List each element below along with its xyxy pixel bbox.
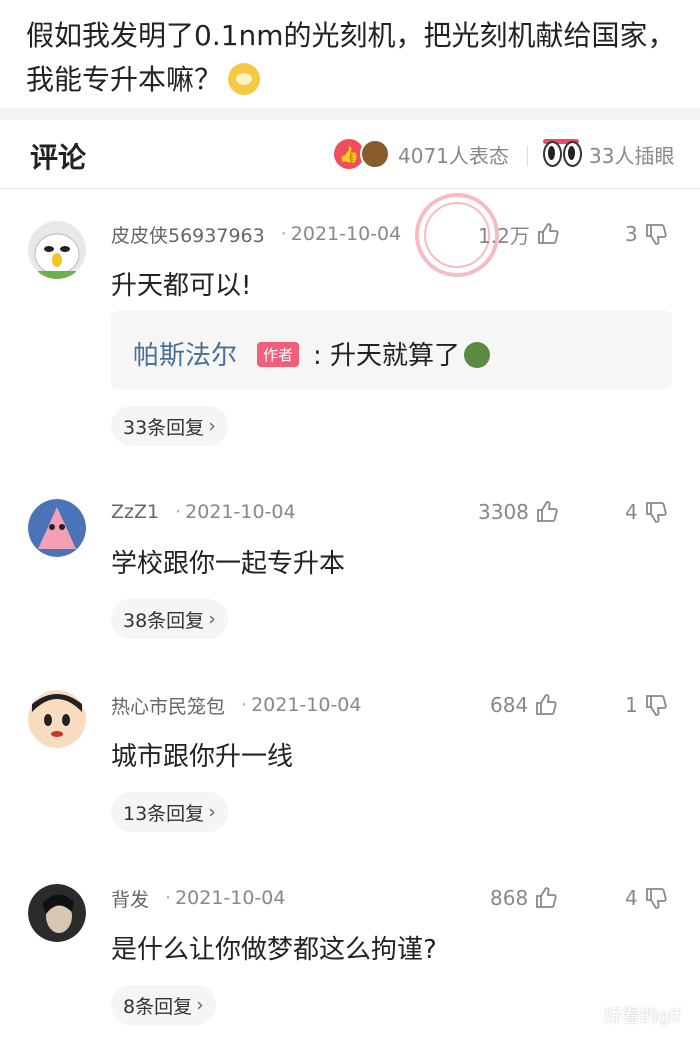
comment-date: 2021-10-04 (251, 694, 362, 716)
stamp-reaction-icon (360, 139, 390, 169)
dislike-button[interactable]: 4 (625, 883, 668, 913)
avatar[interactable] (28, 221, 86, 279)
header-divider (527, 146, 528, 166)
like-button[interactable]: 3308 (478, 497, 559, 527)
eyes-icon (543, 139, 583, 167)
dislike-count: 4 (625, 500, 638, 524)
reply-text: : 升天就算了 (313, 341, 461, 371)
avatar[interactable] (28, 690, 86, 748)
reply-author[interactable]: 帕斯法尔 (133, 335, 237, 372)
dislike-button[interactable]: 1 (625, 690, 668, 720)
eyes-summary[interactable]: 33人插眼 (543, 138, 674, 170)
frog-emoji-icon (464, 342, 491, 368)
replies-count: 8条回复 (123, 995, 193, 1018)
avatar[interactable] (28, 884, 86, 942)
like-button[interactable]: 868 (490, 883, 558, 913)
comment-text: 升天都可以! (111, 271, 252, 301)
thumbs-up-icon (536, 694, 557, 715)
watermark: 好看的gif (604, 1006, 681, 1027)
comment-date: 2021-10-04 (185, 501, 296, 523)
chevron-right-icon: › (196, 994, 204, 1016)
chevron-right-icon: › (208, 415, 216, 437)
dislike-button[interactable]: 4 (625, 497, 668, 527)
thumbs-down-icon (645, 224, 667, 245)
like-count: 868 (490, 886, 529, 910)
thumbs-up-icon (536, 887, 557, 908)
post-title: 假如我发明了0.1nm的光刻机，把光刻机献给国家，我能专升本嘛？ (26, 14, 676, 102)
avatar[interactable] (28, 499, 86, 557)
dislike-count: 1 (625, 693, 638, 717)
like-count: 684 (490, 693, 529, 717)
thumbs-down-icon (645, 888, 667, 909)
username[interactable]: 背发 (111, 885, 149, 912)
comments-header: 评论 👍 4071人表态 33人插眼 (0, 120, 700, 189)
comment-meta: ZzZ1 · 2021-10-04 (111, 501, 296, 523)
dislike-button[interactable]: 3 (625, 219, 668, 249)
replies-count: 33条回复 (123, 416, 205, 439)
pleading-face-icon (228, 63, 261, 95)
comments-title: 评论 (30, 141, 87, 174)
eyes-count: 33人插眼 (589, 143, 675, 168)
thumbs-down-icon (645, 502, 667, 523)
author-badge: 作者 (257, 342, 300, 367)
replies-button[interactable]: 38条回复 › (111, 599, 228, 639)
comment-meta: 皮皮侠56937963 · 2021-10-04 (111, 219, 401, 249)
username[interactable]: 热心市民笼包 (111, 692, 225, 719)
reply-text-wrap: : 升天就算了 (313, 335, 491, 372)
god-comment-stamp-icon (415, 193, 499, 277)
like-count: 3308 (478, 500, 529, 524)
comment-text: 是什么让你做梦都这么拘谨? (111, 935, 437, 965)
chevron-right-icon: › (208, 801, 216, 823)
comment-date: 2021-10-04 (175, 887, 286, 909)
replies-count: 38条回复 (123, 609, 205, 632)
thumbs-up-icon (537, 501, 558, 522)
comment-text: 学校跟你一起专升本 (111, 549, 346, 579)
reactions-count: 4071人表态 (398, 143, 509, 168)
post-title-text: 假如我发明了0.1nm的光刻机，把光刻机献给国家，我能专升本嘛？ (26, 19, 676, 96)
username[interactable]: 皮皮侠56937963 (111, 221, 265, 248)
replies-button[interactable]: 13条回复 › (111, 792, 228, 832)
comment-meta: 热心市民笼包 · 2021-10-04 (111, 690, 361, 720)
thumbs-up-icon (537, 223, 559, 244)
chevron-right-icon: › (208, 608, 216, 630)
replies-button[interactable]: 33条回复 › (111, 406, 228, 446)
username[interactable]: ZzZ1 (111, 501, 159, 523)
replies-button[interactable]: 8条回复 › (111, 985, 216, 1025)
section-separator (0, 108, 700, 120)
dislike-count: 3 (625, 222, 638, 246)
author-reply[interactable]: 帕斯法尔 作者 : 升天就算了 (111, 311, 672, 389)
comment-date: 2021-10-04 (290, 223, 402, 245)
comment-meta: 背发 · 2021-10-04 (111, 883, 285, 913)
thumbs-down-icon (645, 695, 667, 716)
dislike-count: 4 (625, 886, 638, 910)
replies-count: 13条回复 (123, 802, 205, 825)
reactions-summary[interactable]: 👍 4071人表态 (334, 138, 509, 170)
comment-text: 城市跟你升一线 (111, 742, 294, 772)
like-button[interactable]: 684 (490, 690, 558, 720)
